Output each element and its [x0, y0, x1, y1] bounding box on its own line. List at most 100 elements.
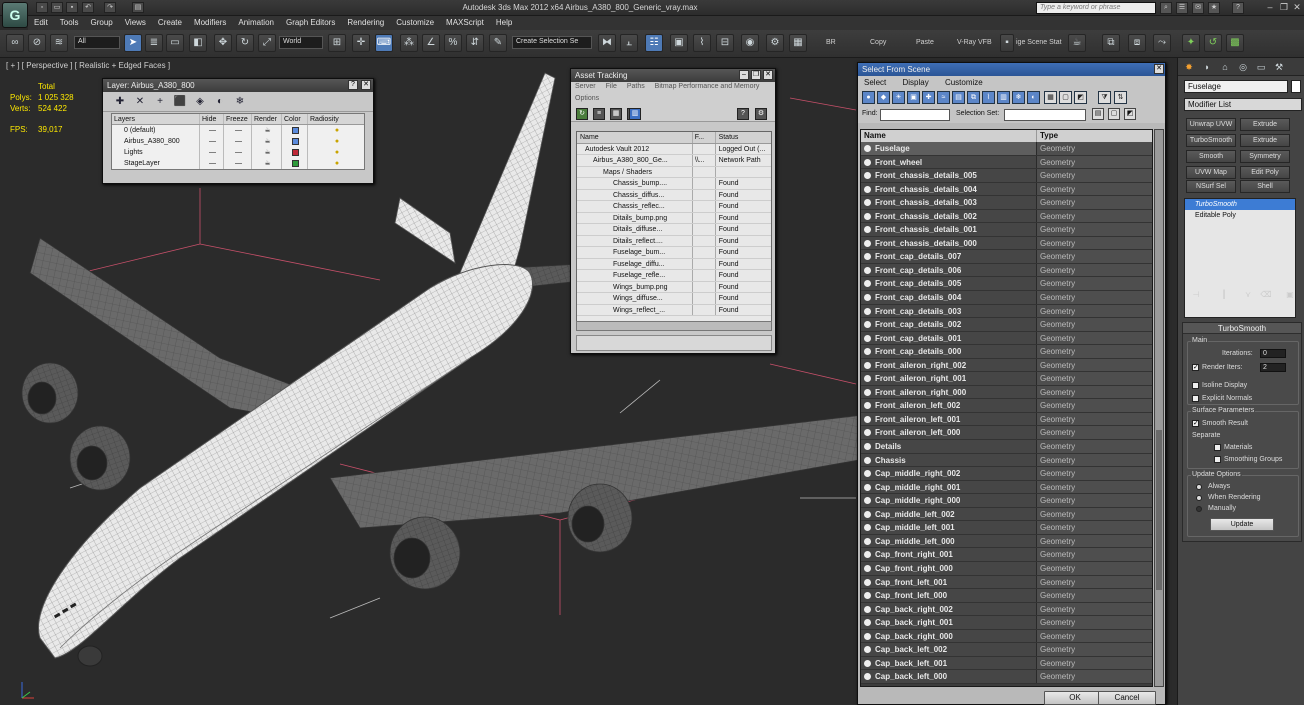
object-name[interactable]: Front_chassis_details_005 — [861, 169, 1037, 182]
radiosity-icon[interactable]: ● — [308, 125, 364, 136]
object-name[interactable]: Front_cap_details_000 — [861, 345, 1037, 358]
display-none-icon[interactable]: ▢ — [1059, 91, 1072, 104]
ok-button[interactable]: OK — [1044, 691, 1106, 705]
named-selection-dropdown[interactable]: Create Selection Se — [512, 36, 592, 49]
col-type[interactable]: Type — [1037, 130, 1058, 142]
close-icon[interactable]: ✕ — [1291, 2, 1303, 13]
asset-name[interactable]: Fuselage_refle... — [577, 270, 693, 281]
col-name[interactable]: Name — [861, 130, 1037, 142]
col-name[interactable]: Name — [577, 132, 693, 143]
display-groups-icon[interactable]: ▤ — [952, 91, 965, 104]
nsurf-sel-button[interactable]: NSurf Sel — [1186, 180, 1236, 193]
asset-row[interactable]: Chassis_bump.... Found — [577, 178, 771, 190]
asset-name[interactable]: Autodesk Vault 2012 — [577, 143, 693, 154]
redo-icon[interactable]: ↷ — [104, 2, 116, 13]
asset-row[interactable]: Wings_bump.png Found — [577, 281, 771, 293]
display-cameras-icon[interactable]: ▣ — [907, 91, 920, 104]
asset-name[interactable]: Wings_bump.png — [577, 281, 693, 292]
layer-color-swatch[interactable] — [292, 126, 299, 134]
select-all-icon[interactable]: ▤ — [1092, 108, 1104, 120]
motion-tab-icon[interactable]: ◎ — [1236, 60, 1250, 74]
scene-object-row[interactable]: Front_cap_details_001 Geometry — [861, 331, 1152, 346]
col-color[interactable]: Color — [282, 114, 308, 124]
render-teapot-icon[interactable]: ☕ — [252, 147, 282, 158]
col-full-path[interactable]: F... — [693, 132, 716, 143]
extrude-button[interactable]: Extrude — [1240, 118, 1290, 131]
display-xrefs-icon[interactable]: ⧉ — [967, 91, 980, 104]
object-name[interactable]: Cap_back_right_002 — [861, 602, 1037, 616]
menu-graph-editors[interactable]: Graph Editors — [280, 16, 341, 30]
display-helpers-icon[interactable]: ✚ — [922, 91, 935, 104]
scene-object-row[interactable]: Cap_middle_right_002 Geometry — [861, 467, 1152, 481]
edit-named-selection-icon[interactable]: ✎ — [489, 34, 507, 52]
menu-modifiers[interactable]: Modifiers — [188, 16, 232, 30]
object-name[interactable]: Front_cap_details_004 — [861, 291, 1037, 304]
asset-row[interactable]: Fuselage_bum... Found — [577, 247, 771, 259]
display-space-warps-icon[interactable]: ≈ — [937, 91, 950, 104]
select-none-icon[interactable]: ▢ — [1108, 108, 1120, 120]
smooth-result-checkbox[interactable]: ✓ — [1192, 420, 1199, 427]
utilities-tab-icon[interactable]: ⚒ — [1272, 60, 1286, 74]
scene-object-row[interactable]: Front_chassis_details_005 Geometry — [861, 169, 1152, 183]
unwrap-uvw-button[interactable]: Unwrap UVW — [1186, 118, 1236, 131]
find-input[interactable] — [880, 109, 950, 121]
help-icon[interactable]: ? — [737, 108, 749, 120]
keyboard-shortcut-override-icon[interactable]: ⌨ — [375, 34, 393, 52]
scene-object-row[interactable]: Cap_middle_left_002 Geometry — [861, 507, 1152, 522]
scene-object-row[interactable]: Cap_middle_left_000 Geometry — [861, 534, 1152, 549]
menu-tools[interactable]: Tools — [54, 16, 85, 30]
list-icon[interactable]: ≡ — [593, 108, 605, 120]
scene-object-row[interactable]: Front_aileron_right_002 Geometry — [861, 358, 1152, 373]
link-icon[interactable]: ∞ — [6, 34, 24, 52]
asset-name[interactable]: Maps / Shaders — [577, 166, 693, 177]
rotate-icon[interactable]: ↻ — [236, 34, 254, 52]
pivot-center-icon[interactable]: ⊞ — [328, 34, 346, 52]
render-teapot-icon[interactable]: ☕ — [252, 125, 282, 136]
hide-all-icon[interactable]: ◐ — [213, 95, 227, 109]
rollout-title[interactable]: TurboSmooth — [1183, 323, 1301, 334]
viewport-label[interactable]: [ + ] [ Perspective ] [ Realistic + Edge… — [6, 61, 170, 70]
modifier-list-dropdown[interactable]: Modifier List — [1184, 98, 1302, 111]
when-rendering-radio[interactable] — [1196, 495, 1202, 501]
select-manipulate-icon[interactable]: ✛ — [352, 34, 370, 52]
move-icon[interactable]: ✥ — [214, 34, 232, 52]
help-icon[interactable]: ? — [1232, 2, 1244, 14]
make-unique-icon[interactable]: ⋎ — [1242, 290, 1254, 302]
scene-list-scrollbar[interactable] — [1154, 129, 1164, 687]
restore-icon[interactable]: ❐ — [751, 70, 761, 80]
asset-name[interactable]: Wings_reflect_... — [577, 304, 693, 315]
select-from-scene-window[interactable]: Select From Scene ✕ Select Display Custo… — [857, 62, 1166, 705]
select-invert-icon[interactable]: ◩ — [1124, 108, 1136, 120]
scene-object-row[interactable]: Front_aileron_left_000 Geometry — [861, 426, 1152, 441]
object-name[interactable]: Cap_back_left_000 — [861, 670, 1037, 683]
freeze-all-icon[interactable]: ❄ — [233, 95, 247, 109]
scene-object-row[interactable]: Front_aileron_right_001 Geometry — [861, 372, 1152, 386]
col-status[interactable]: Status — [716, 132, 771, 143]
scene-object-row[interactable]: Front_chassis_details_003 Geometry — [861, 196, 1152, 210]
object-name[interactable]: Front_aileron_right_001 — [861, 372, 1037, 385]
configure-sets-icon[interactable]: ▣ — [1284, 290, 1296, 302]
iterations-spinner[interactable]: 0 — [1260, 349, 1286, 358]
cancel-button[interactable]: Cancel — [1098, 691, 1156, 705]
minimize-icon[interactable]: – — [1264, 2, 1276, 13]
stack-item-turbosmooth[interactable]: TurboSmooth — [1185, 199, 1295, 210]
menu-views[interactable]: Views — [119, 16, 152, 30]
snaps-toggle-icon[interactable]: ⁂ — [400, 34, 418, 52]
menu-edit[interactable]: Edit — [28, 16, 54, 30]
create-tab-icon[interactable]: ✸ — [1182, 60, 1196, 74]
save-file-icon[interactable]: ▪ — [66, 2, 78, 13]
select-menu-display[interactable]: Display — [902, 78, 928, 87]
open-file-icon[interactable]: ▭ — [51, 2, 63, 13]
object-name[interactable]: Front_cap_details_005 — [861, 277, 1037, 291]
scene-object-row[interactable]: Fuselage Geometry — [861, 142, 1152, 156]
scene-object-row[interactable]: Front_cap_details_000 Geometry — [861, 345, 1152, 359]
mirror-icon[interactable]: ⧓ — [598, 34, 616, 52]
scene-object-row[interactable]: Front_chassis_details_004 Geometry — [861, 182, 1152, 197]
graphite-toolbar-icon[interactable]: ▣ — [670, 34, 688, 52]
layer-row[interactable]: Lights — — ☕ ● — [112, 147, 364, 158]
object-name[interactable]: Front_aileron_left_000 — [861, 426, 1037, 440]
materials-checkbox[interactable] — [1214, 444, 1221, 451]
col-layers[interactable]: Layers — [112, 114, 200, 124]
object-name[interactable]: Cap_back_right_000 — [861, 629, 1037, 643]
object-name[interactable]: Front_cap_details_003 — [861, 304, 1037, 318]
